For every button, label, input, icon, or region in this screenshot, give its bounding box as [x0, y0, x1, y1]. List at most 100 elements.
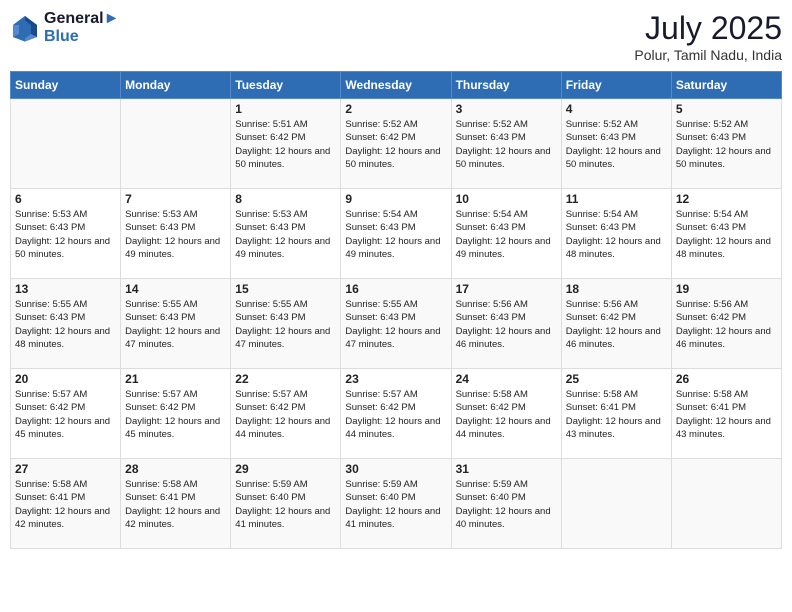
day-number: 23	[345, 372, 446, 386]
calendar-cell: 15Sunrise: 5:55 AM Sunset: 6:43 PM Dayli…	[231, 279, 341, 369]
day-number: 8	[235, 192, 336, 206]
day-info: Sunrise: 5:54 AM Sunset: 6:43 PM Dayligh…	[676, 208, 777, 261]
logo-text: General► Blue	[44, 10, 119, 46]
day-info: Sunrise: 5:52 AM Sunset: 6:42 PM Dayligh…	[345, 118, 446, 171]
calendar-body: 1 Sunrise: 5:51 AM Sunset: 6:42 PM Daylig…	[11, 99, 782, 549]
calendar-cell	[671, 459, 781, 549]
calendar-cell: 3 Sunrise: 5:52 AM Sunset: 6:43 PM Daylig…	[451, 99, 561, 189]
calendar-cell: 19Sunrise: 5:56 AM Sunset: 6:42 PM Dayli…	[671, 279, 781, 369]
weekday-header-cell: Monday	[121, 72, 231, 99]
day-number: 22	[235, 372, 336, 386]
calendar-cell: 10 Sunrise: 5:54 AM Sunset: 6:43 PM Dayli…	[451, 189, 561, 279]
day-info: Sunrise: 5:58 AM Sunset: 6:41 PM Dayligh…	[676, 388, 777, 441]
day-number: 20	[15, 372, 116, 386]
day-info: Sunrise: 5:54 AM Sunset: 6:43 PM Dayligh…	[566, 208, 667, 261]
day-info: Sunrise: 5:57 AM Sunset: 6:42 PM Dayligh…	[125, 388, 226, 441]
weekday-header-cell: Tuesday	[231, 72, 341, 99]
day-number: 2	[345, 102, 446, 116]
day-info: Sunrise: 5:59 AM Sunset: 6:40 PM Dayligh…	[456, 478, 557, 531]
day-number: 30	[345, 462, 446, 476]
day-number: 12	[676, 192, 777, 206]
month-year-title: July 2025	[634, 10, 782, 47]
calendar-cell: 11Sunrise: 5:54 AM Sunset: 6:43 PM Dayli…	[561, 189, 671, 279]
day-info: Sunrise: 5:54 AM Sunset: 6:43 PM Dayligh…	[456, 208, 557, 261]
calendar-cell: 12 Sunrise: 5:54 AM Sunset: 6:43 PM Dayli…	[671, 189, 781, 279]
calendar-cell: 16Sunrise: 5:55 AM Sunset: 6:43 PM Dayli…	[341, 279, 451, 369]
day-number: 28	[125, 462, 226, 476]
calendar-cell: 2 Sunrise: 5:52 AM Sunset: 6:42 PM Daylig…	[341, 99, 451, 189]
day-number: 5	[676, 102, 777, 116]
day-info: Sunrise: 5:51 AM Sunset: 6:42 PM Dayligh…	[235, 118, 336, 171]
day-number: 25	[566, 372, 667, 386]
day-info: Sunrise: 5:57 AM Sunset: 6:42 PM Dayligh…	[15, 388, 116, 441]
day-number: 13	[15, 282, 116, 296]
calendar-cell: 27Sunrise: 5:58 AM Sunset: 6:41 PM Dayli…	[11, 459, 121, 549]
day-number: 3	[456, 102, 557, 116]
day-info: Sunrise: 5:52 AM Sunset: 6:43 PM Dayligh…	[676, 118, 777, 171]
day-number: 18	[566, 282, 667, 296]
day-info: Sunrise: 5:53 AM Sunset: 6:43 PM Dayligh…	[235, 208, 336, 261]
day-info: Sunrise: 5:58 AM Sunset: 6:41 PM Dayligh…	[125, 478, 226, 531]
calendar-cell: 25 Sunrise: 5:58 AM Sunset: 6:41 PM Dayli…	[561, 369, 671, 459]
day-number: 14	[125, 282, 226, 296]
day-number: 9	[345, 192, 446, 206]
calendar-cell: 17 Sunrise: 5:56 AM Sunset: 6:43 PM Dayli…	[451, 279, 561, 369]
day-info: Sunrise: 5:54 AM Sunset: 6:43 PM Dayligh…	[345, 208, 446, 261]
day-info: Sunrise: 5:58 AM Sunset: 6:42 PM Dayligh…	[456, 388, 557, 441]
calendar-week-row: 6 Sunrise: 5:53 AM Sunset: 6:43 PM Daylig…	[11, 189, 782, 279]
day-number: 7	[125, 192, 226, 206]
weekday-header-row: SundayMondayTuesdayWednesdayThursdayFrid…	[11, 72, 782, 99]
day-info: Sunrise: 5:56 AM Sunset: 6:43 PM Dayligh…	[456, 298, 557, 351]
day-info: Sunrise: 5:58 AM Sunset: 6:41 PM Dayligh…	[566, 388, 667, 441]
day-info: Sunrise: 5:59 AM Sunset: 6:40 PM Dayligh…	[345, 478, 446, 531]
weekday-header-cell: Thursday	[451, 72, 561, 99]
calendar-week-row: 20 Sunrise: 5:57 AM Sunset: 6:42 PM Dayli…	[11, 369, 782, 459]
day-info: Sunrise: 5:55 AM Sunset: 6:43 PM Dayligh…	[345, 298, 446, 351]
location-subtitle: Polur, Tamil Nadu, India	[634, 47, 782, 63]
day-info: Sunrise: 5:53 AM Sunset: 6:43 PM Dayligh…	[125, 208, 226, 261]
calendar-week-row: 13 Sunrise: 5:55 AM Sunset: 6:43 PM Dayli…	[11, 279, 782, 369]
logo-icon	[10, 13, 40, 43]
calendar-cell: 18Sunrise: 5:56 AM Sunset: 6:42 PM Dayli…	[561, 279, 671, 369]
calendar-cell: 21Sunrise: 5:57 AM Sunset: 6:42 PM Dayli…	[121, 369, 231, 459]
day-number: 26	[676, 372, 777, 386]
day-number: 10	[456, 192, 557, 206]
calendar-cell: 9 Sunrise: 5:54 AM Sunset: 6:43 PM Daylig…	[341, 189, 451, 279]
calendar-cell: 28 Sunrise: 5:58 AM Sunset: 6:41 PM Dayli…	[121, 459, 231, 549]
calendar-cell: 29 Sunrise: 5:59 AM Sunset: 6:40 PM Dayli…	[231, 459, 341, 549]
weekday-header-cell: Friday	[561, 72, 671, 99]
calendar-cell: 22 Sunrise: 5:57 AM Sunset: 6:42 PM Dayli…	[231, 369, 341, 459]
calendar-cell: 5 Sunrise: 5:52 AM Sunset: 6:43 PM Daylig…	[671, 99, 781, 189]
day-info: Sunrise: 5:52 AM Sunset: 6:43 PM Dayligh…	[456, 118, 557, 171]
day-info: Sunrise: 5:59 AM Sunset: 6:40 PM Dayligh…	[235, 478, 336, 531]
calendar-cell	[11, 99, 121, 189]
calendar-cell: 7 Sunrise: 5:53 AM Sunset: 6:43 PM Daylig…	[121, 189, 231, 279]
calendar-cell: 13 Sunrise: 5:55 AM Sunset: 6:43 PM Dayli…	[11, 279, 121, 369]
calendar-cell: 8 Sunrise: 5:53 AM Sunset: 6:43 PM Daylig…	[231, 189, 341, 279]
day-number: 17	[456, 282, 557, 296]
calendar-week-row: 1 Sunrise: 5:51 AM Sunset: 6:42 PM Daylig…	[11, 99, 782, 189]
day-number: 4	[566, 102, 667, 116]
calendar-cell: 4 Sunrise: 5:52 AM Sunset: 6:43 PM Daylig…	[561, 99, 671, 189]
day-info: Sunrise: 5:52 AM Sunset: 6:43 PM Dayligh…	[566, 118, 667, 171]
calendar-cell: 23 Sunrise: 5:57 AM Sunset: 6:42 PM Dayli…	[341, 369, 451, 459]
day-info: Sunrise: 5:56 AM Sunset: 6:42 PM Dayligh…	[676, 298, 777, 351]
day-info: Sunrise: 5:55 AM Sunset: 6:43 PM Dayligh…	[15, 298, 116, 351]
calendar-cell: 1 Sunrise: 5:51 AM Sunset: 6:42 PM Daylig…	[231, 99, 341, 189]
calendar-cell: 20 Sunrise: 5:57 AM Sunset: 6:42 PM Dayli…	[11, 369, 121, 459]
day-number: 6	[15, 192, 116, 206]
day-info: Sunrise: 5:53 AM Sunset: 6:43 PM Dayligh…	[15, 208, 116, 261]
calendar-cell: 30 Sunrise: 5:59 AM Sunset: 6:40 PM Dayli…	[341, 459, 451, 549]
weekday-header-cell: Sunday	[11, 72, 121, 99]
weekday-header-cell: Wednesday	[341, 72, 451, 99]
day-info: Sunrise: 5:55 AM Sunset: 6:43 PM Dayligh…	[125, 298, 226, 351]
day-number: 27	[15, 462, 116, 476]
day-number: 29	[235, 462, 336, 476]
calendar-week-row: 27 Sunrise: 5:58 AM Sunset: 6:41 PM Dayli…	[11, 459, 782, 549]
day-info: Sunrise: 5:57 AM Sunset: 6:42 PM Dayligh…	[345, 388, 446, 441]
day-info: Sunrise: 5:57 AM Sunset: 6:42 PM Dayligh…	[235, 388, 336, 441]
logo: General► Blue	[10, 10, 119, 46]
day-number: 1	[235, 102, 336, 116]
calendar-cell: 14 Sunrise: 5:55 AM Sunset: 6:43 PM Dayli…	[121, 279, 231, 369]
title-area: July 2025 Polur, Tamil Nadu, India	[634, 10, 782, 63]
